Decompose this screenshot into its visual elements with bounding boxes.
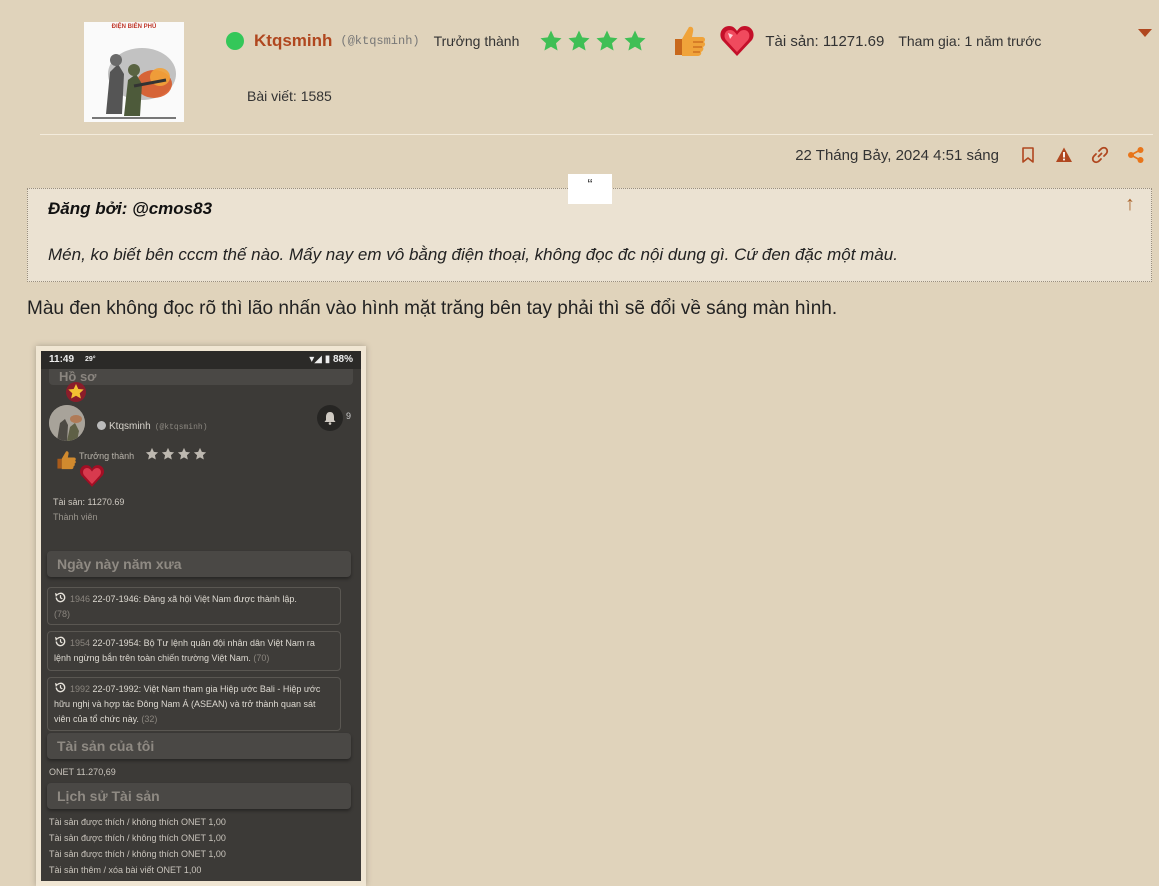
user-post-count: Bài viết: 1585 (247, 88, 332, 104)
user-joined: Tham gia: 1 năm trước (898, 33, 1042, 49)
phone-event-text: 22-07-1954: Bộ Tư lệnh quân đội nhân dân… (54, 638, 315, 663)
quote-jump-up-icon[interactable]: ↑ (1125, 193, 1135, 216)
phone-status-bar: 11:49 29° ▾◢ ▮ 88% (41, 351, 361, 369)
phone-event-year: 1946 (70, 594, 91, 604)
phone-section-asset-history: Lịch sử Tài sản (47, 783, 351, 809)
phone-bell-count: 9 (346, 411, 352, 421)
star-icon (177, 447, 191, 460)
user-rank: Trưởng thành (433, 33, 520, 49)
phone-event-year: 1992 (70, 684, 91, 694)
star-icon (624, 30, 646, 51)
heart-gem-badge-icon (720, 26, 754, 56)
phone-section-assets: Tài sản của tôi (47, 733, 351, 759)
phone-history-line: Tài sản được thích / không thích ONET 1,… (49, 817, 226, 827)
phone-avatar (49, 405, 85, 441)
phone-event-count: (32) (141, 714, 158, 724)
phone-history-line: Tài sản được thích / không thích ONET 1,… (49, 849, 226, 859)
rank-stars (539, 29, 647, 53)
link-icon[interactable] (1091, 146, 1109, 164)
user-info-row: Ktqsminh (@ktqsminh) Trưởng thành Tài sả… (226, 26, 1042, 56)
phone-role: Thành viên (53, 512, 98, 522)
phone-badge-star-icon (66, 382, 86, 402)
avatar-image (84, 22, 184, 122)
phone-weather: 29° (85, 356, 96, 363)
caret-down-icon[interactable] (1138, 28, 1152, 38)
phone-history-line: Tài sản được thích / không thích ONET 1,… (49, 833, 226, 843)
phone-rank-stars (145, 447, 207, 461)
post-body-text: Màu đen không đọc rõ thì lão nhấn vào hì… (27, 298, 838, 319)
attached-screenshot[interactable]: 11:49 29° ▾◢ ▮ 88% Hồ sơ Ktqsminh (@ktqsm… (36, 346, 366, 886)
history-icon (54, 636, 66, 647)
phone-onet: ONET 11.270,69 (49, 767, 116, 777)
bookmark-icon[interactable] (1019, 146, 1037, 164)
avatar-logo-text: ĐIỆN BIÊN PHỦ (111, 24, 157, 30)
phone-bell-button (317, 405, 343, 431)
phone-thumbs-up-icon (57, 451, 76, 470)
star-icon (568, 30, 590, 51)
phone-history-line: Tài sản thêm / xóa bài viết ONET 1,00 (49, 865, 202, 875)
phone-rank: Trưởng thành (79, 451, 135, 461)
phone-event-item: 1954 22-07-1954: Bộ Tư lệnh quân đội nhâ… (47, 631, 341, 671)
star-icon (161, 447, 175, 460)
history-icon (54, 592, 66, 603)
post-meta-bar: 22 Tháng Bảy, 2024 4:51 sáng (795, 144, 1145, 166)
phone-user-line: Ktqsminh (@ktqsminh) (97, 421, 208, 432)
star-icon (145, 447, 159, 460)
star-icon (596, 30, 618, 51)
phone-event-text: 22-07-1946: Đảng xã hội Việt Nam được th… (92, 594, 297, 604)
phone-event-count: (70) (253, 653, 270, 663)
history-icon (54, 682, 66, 693)
post-date: 22 Tháng Bảy, 2024 4:51 sáng (795, 146, 999, 164)
user-handle: (@ktqsminh) (340, 34, 420, 48)
phone-handle: (@ktqsminh) (154, 423, 208, 432)
quote-author: Đăng bởi: @cmos83 (48, 199, 213, 218)
phone-section-history: Ngày này năm xưa (47, 551, 351, 577)
phone-event-count: (78) (54, 609, 71, 619)
online-status-icon (226, 32, 244, 50)
phone-time: 11:49 (49, 354, 75, 365)
phone-event-text: 22-07-1992: Việt Nam tham gia Hiệp ước B… (54, 684, 321, 724)
quote-mark-icon: “ (568, 174, 612, 204)
header-divider (40, 134, 1153, 135)
user-assets: Tài sản: 11271.69 (765, 32, 885, 50)
user-avatar[interactable]: ĐIỆN BIÊN PHỦ (84, 22, 184, 122)
phone-heart-gem-icon (80, 465, 104, 487)
bell-icon (324, 412, 336, 425)
phone-event-item: 1992 22-07-1992: Việt Nam tham gia Hiệp … (47, 677, 341, 731)
share-icon[interactable] (1127, 146, 1145, 164)
star-icon (193, 447, 207, 460)
star-icon (540, 30, 562, 51)
phone-status-dot-icon (97, 421, 106, 430)
phone-asset: Tài sản: 11270.69 (53, 497, 125, 507)
thumbs-up-badge-icon (675, 26, 706, 56)
username-link[interactable]: Ktqsminh (254, 31, 332, 51)
phone-battery: ▾◢ ▮ 88% (309, 354, 353, 365)
quote-text: Mén, ko biết bên cccm thế nào. Mấy nay e… (48, 245, 898, 264)
phone-event-item: 1946 22-07-1946: Đảng xã hội Việt Nam đư… (47, 587, 341, 625)
report-icon[interactable] (1055, 146, 1073, 164)
phone-username: Ktqsminh (109, 421, 151, 432)
phone-profile-header: Hồ sơ (49, 369, 353, 385)
phone-event-year: 1954 (70, 638, 91, 648)
